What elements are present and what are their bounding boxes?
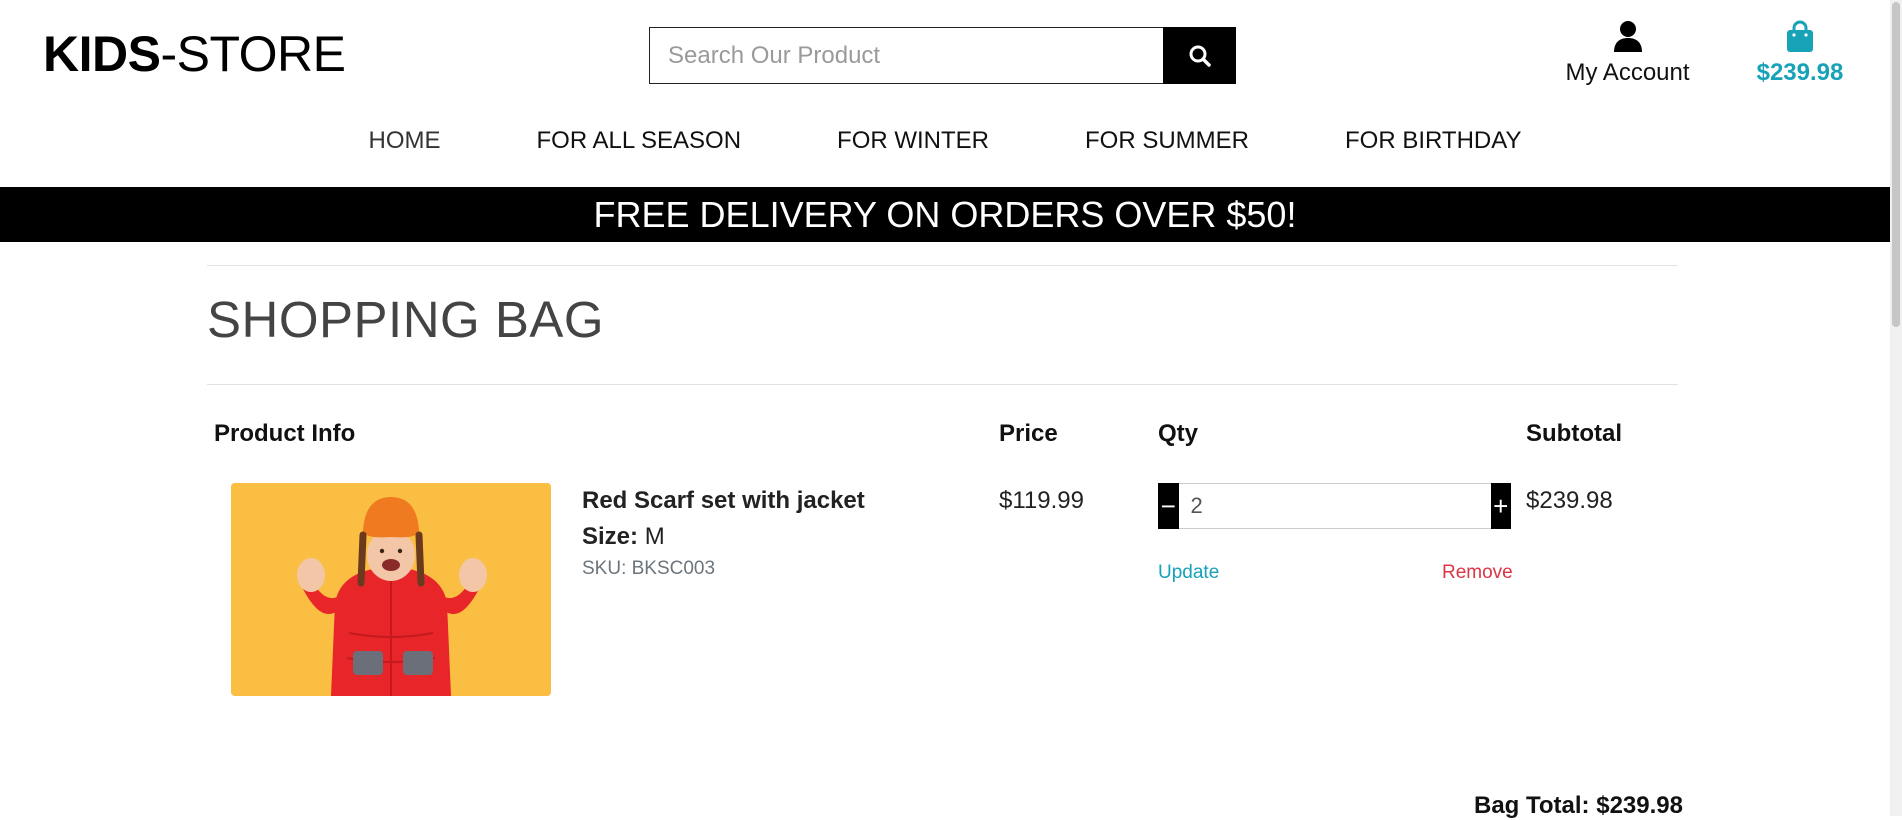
increment-qty-button[interactable]: + [1490, 483, 1511, 529]
update-link[interactable]: Update [1158, 562, 1219, 584]
main-nav: HOME FOR ALL SEASON FOR WINTER FOR SUMME… [0, 127, 1890, 155]
page-scrollbar[interactable] [1890, 0, 1902, 816]
column-header-price: Price [999, 420, 1058, 447]
nav-item-for-winter[interactable]: FOR WINTER [837, 127, 989, 155]
column-header-qty: Qty [1158, 420, 1199, 447]
nav-item-for-birthday[interactable]: FOR BIRTHDAY [1345, 127, 1521, 155]
product-sku: SKU: BKSC003 [582, 558, 716, 579]
nav-item-home[interactable]: HOME [369, 127, 441, 155]
scrollbar-thumb[interactable] [1892, 2, 1900, 327]
product-size-label: Size: [582, 523, 639, 550]
search-icon [1189, 45, 1211, 67]
search-input[interactable] [649, 27, 1163, 84]
item-subtotal: $239.98 [1526, 487, 1613, 514]
my-account-link[interactable]: My Account [1560, 20, 1695, 87]
promo-banner-text: FREE DELIVERY ON ORDERS OVER $50! [593, 193, 1297, 235]
product-name: Red Scarf set with jacket [582, 487, 865, 514]
divider-top [207, 265, 1678, 266]
product-size: Size: M [582, 523, 665, 551]
decrement-qty-button[interactable]: − [1158, 483, 1179, 529]
divider-bottom [207, 384, 1678, 385]
nav-item-for-summer[interactable]: FOR SUMMER [1085, 127, 1249, 155]
cart-total: $239.98 [1756, 59, 1844, 86]
logo-bold-text: KIDS [43, 26, 161, 82]
product-size-value: M [644, 523, 665, 550]
search-button[interactable] [1163, 27, 1236, 84]
my-account-label: My Account [1565, 59, 1690, 86]
store-logo[interactable]: KIDS-STORE [43, 24, 346, 84]
shopping-bag-link[interactable]: $239.98 [1745, 20, 1855, 87]
product-price: $119.99 [999, 487, 1084, 514]
minus-icon: − [1160, 490, 1176, 521]
column-header-product-info: Product Info [214, 420, 356, 447]
user-icon [1613, 21, 1642, 52]
promo-banner: FREE DELIVERY ON ORDERS OVER $50! [0, 187, 1890, 242]
quantity-stepper: − + [1158, 483, 1511, 529]
plus-icon: + [1493, 490, 1509, 521]
logo-rest-text: -STORE [160, 26, 346, 82]
remove-link[interactable]: Remove [1442, 562, 1513, 584]
quantity-input[interactable] [1178, 483, 1491, 529]
column-header-subtotal: Subtotal [1526, 420, 1622, 447]
product-photo-girl-red-jacket [231, 483, 551, 696]
search-form [649, 27, 1236, 84]
shopping-bag-icon [1787, 20, 1813, 52]
page-title: SHOPPING BAG [207, 291, 605, 348]
product-image[interactable] [231, 483, 551, 696]
nav-item-for-all-season[interactable]: FOR ALL SEASON [537, 127, 742, 155]
